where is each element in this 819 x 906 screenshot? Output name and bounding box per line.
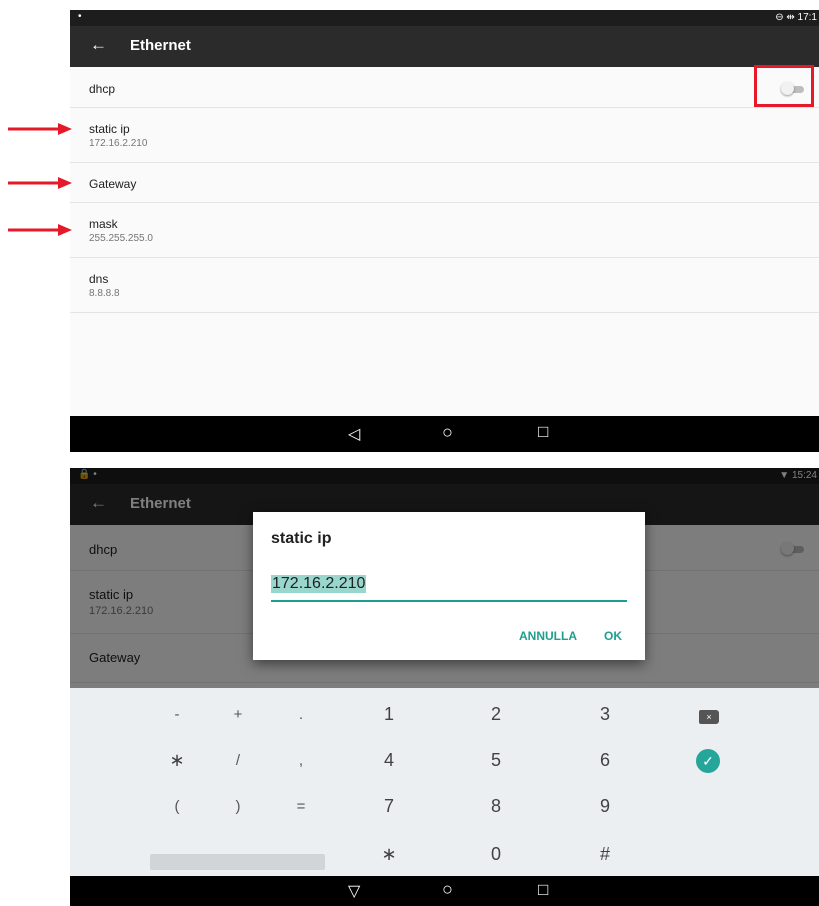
- key-slash[interactable]: /: [218, 752, 258, 769]
- key-1[interactable]: 1: [369, 704, 409, 725]
- nav-recents-icon[interactable]: □: [538, 422, 548, 442]
- setting-row-static-ip[interactable]: static ip 172.16.2.210: [70, 108, 819, 163]
- nav-home-icon[interactable]: ○: [442, 422, 453, 443]
- status-time: ⊖ ⇹ 17:1: [775, 12, 817, 23]
- setting-value: 255.255.255.0: [89, 233, 153, 244]
- red-arrow-icon: [8, 177, 72, 189]
- highlight-box: [754, 65, 814, 107]
- page-title: Ethernet: [130, 37, 191, 54]
- key-4[interactable]: 4: [369, 750, 409, 771]
- static-ip-input[interactable]: 172.16.2.210: [271, 572, 627, 602]
- nav-back-icon[interactable]: ▽: [348, 881, 360, 901]
- setting-row-dhcp[interactable]: dhcp: [70, 67, 819, 108]
- setting-row-gateway[interactable]: Gateway: [70, 163, 819, 203]
- key-period[interactable]: .: [281, 706, 321, 723]
- nav-recents-icon[interactable]: □: [538, 880, 548, 900]
- key-plus[interactable]: +: [218, 706, 258, 723]
- setting-title: Gateway: [89, 177, 137, 191]
- setting-title: dns: [89, 272, 109, 286]
- cancel-button[interactable]: ANNULLA: [519, 629, 577, 643]
- nav-back-icon[interactable]: ◁: [348, 424, 360, 444]
- numeric-keyboard: - + . 1 2 3 × ∗ / , 4 5 6 ✓ ( ) = 7 8 9 …: [70, 688, 819, 876]
- key-5[interactable]: 5: [476, 750, 516, 771]
- key-minus[interactable]: -: [157, 706, 197, 723]
- setting-title: dhcp: [89, 82, 116, 96]
- red-arrow-icon: [8, 123, 72, 135]
- done-check-icon[interactable]: ✓: [696, 749, 720, 773]
- back-arrow-icon[interactable]: ←: [90, 35, 107, 55]
- key-8[interactable]: 8: [476, 796, 516, 817]
- key-0[interactable]: 0: [476, 844, 516, 865]
- navigation-bar: ◁ ○ □: [70, 416, 819, 452]
- nav-home-icon[interactable]: ○: [442, 879, 453, 900]
- ok-button[interactable]: OK: [604, 629, 622, 643]
- key-equals[interactable]: =: [281, 798, 321, 815]
- key-asterisk-2[interactable]: ∗: [369, 844, 409, 865]
- notification-icon: •: [78, 11, 82, 22]
- key-close-paren[interactable]: ): [218, 798, 258, 815]
- space-key[interactable]: [150, 854, 325, 870]
- key-comma[interactable]: ,: [281, 752, 321, 769]
- key-3[interactable]: 3: [585, 704, 625, 725]
- settings-screen-bottom: 🔒 • ▼ 15:24 ← Ethernet dhcp static ip 17…: [70, 468, 819, 906]
- setting-value: 8.8.8.8: [89, 288, 120, 299]
- key-2[interactable]: 2: [476, 704, 516, 725]
- backspace-key-icon[interactable]: ×: [699, 710, 719, 724]
- key-asterisk[interactable]: ∗: [157, 750, 197, 771]
- setting-row-mask[interactable]: mask 255.255.255.0: [70, 203, 819, 258]
- setting-row-dns[interactable]: dns 8.8.8.8: [70, 258, 819, 313]
- status-bar: • ⊖ ⇹ 17:1: [70, 10, 819, 26]
- key-7[interactable]: 7: [369, 796, 409, 817]
- setting-title: mask: [89, 217, 118, 231]
- setting-title: static ip: [89, 122, 130, 136]
- settings-screen-top: • ⊖ ⇹ 17:1 ← Ethernet dhcp static ip 172…: [70, 10, 819, 452]
- setting-value: 172.16.2.210: [89, 138, 148, 149]
- app-bar: ← Ethernet: [70, 26, 819, 67]
- input-selected-text[interactable]: 172.16.2.210: [271, 575, 367, 593]
- navigation-bar: ▽ ○ □: [70, 876, 819, 906]
- key-hash[interactable]: #: [585, 844, 625, 865]
- key-open-paren[interactable]: (: [157, 798, 197, 815]
- dialog-title: static ip: [271, 530, 332, 547]
- static-ip-dialog: static ip 172.16.2.210 ANNULLA OK: [253, 512, 645, 660]
- red-arrow-icon: [8, 224, 72, 236]
- key-6[interactable]: 6: [585, 750, 625, 771]
- key-9[interactable]: 9: [585, 796, 625, 817]
